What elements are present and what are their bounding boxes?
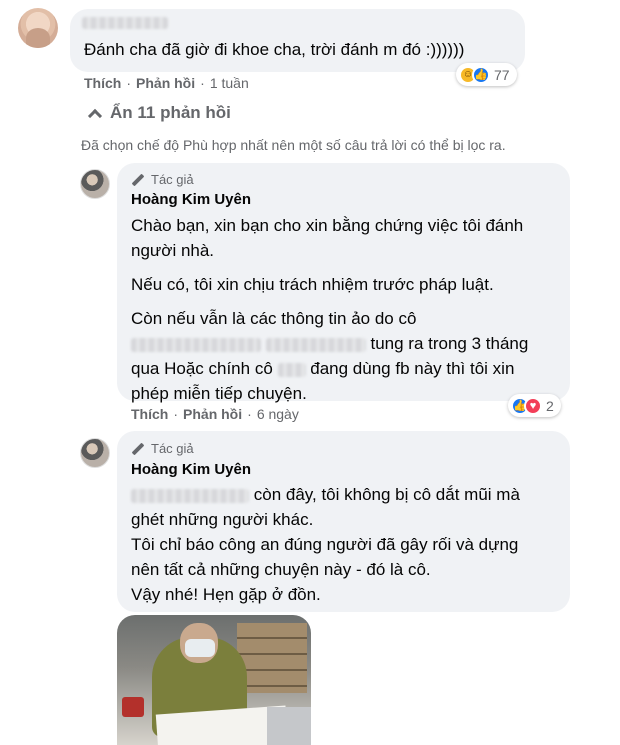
separator-dot: · bbox=[200, 75, 205, 91]
author-name[interactable]: Hoàng Kim Uyên bbox=[131, 191, 251, 208]
reaction-count: 77 bbox=[494, 66, 510, 83]
reply-line: còn đây, tôi không bị cô dắt mũi mà ghét… bbox=[131, 482, 551, 532]
hide-replies-label: Ẩn 11 phản hồi bbox=[110, 103, 231, 122]
reply-text-part: cô bbox=[254, 359, 273, 378]
photo-shelf bbox=[237, 623, 307, 693]
reaction-count: 2 bbox=[546, 397, 554, 414]
photo-mask bbox=[185, 639, 215, 657]
author-badge: Tác giả bbox=[131, 172, 194, 187]
comment-actions: Thích · Phản hồi · 1 tuần bbox=[84, 75, 249, 91]
like-button[interactable]: Thích bbox=[84, 75, 121, 91]
photo-laptop bbox=[267, 707, 311, 745]
like-button[interactable]: Thích bbox=[131, 406, 168, 422]
chevron-up-icon bbox=[87, 108, 103, 124]
blurred-name bbox=[265, 337, 366, 352]
blurred-name bbox=[131, 488, 249, 503]
separator-dot: · bbox=[173, 406, 179, 422]
author-badge-label: Tác giả bbox=[151, 172, 194, 187]
reply-reactions[interactable]: 👍 ♥ 2 bbox=[508, 394, 561, 417]
reply-paragraph: Nếu có, tôi xin chịu trách nhiệm trước p… bbox=[131, 275, 494, 294]
reply-line: Tôi chỉ báo công an đúng người đã gây rố… bbox=[131, 535, 519, 579]
comment-text: Đánh cha đã giờ đi khoe cha, trời đánh m… bbox=[84, 40, 465, 59]
reply-actions: Thích · Phản hồi · 6 ngày bbox=[131, 406, 299, 422]
reply-time[interactable]: 6 ngày bbox=[257, 406, 299, 422]
author-name[interactable]: Hoàng Kim Uyên bbox=[131, 461, 251, 478]
comment-reactions[interactable]: ☺ 👍 77 bbox=[456, 63, 517, 86]
author-badge: Tác giả bbox=[131, 441, 194, 456]
reply-text: còn đây, tôi không bị cô dắt mũi mà ghét… bbox=[131, 482, 551, 607]
pen-icon bbox=[131, 173, 145, 186]
comment-time[interactable]: 1 tuần bbox=[210, 75, 249, 91]
blurred-name bbox=[131, 337, 261, 352]
reply-text-part: Còn nếu vẫn là các thông tin ảo do cô bbox=[131, 309, 417, 328]
blurred-name bbox=[277, 362, 306, 377]
author-badge-label: Tác giả bbox=[151, 441, 194, 456]
reply-paragraph: Còn nếu vẫn là các thông tin ảo do cô tu… bbox=[131, 306, 551, 406]
separator-dot: · bbox=[126, 75, 132, 91]
commenter-avatar[interactable] bbox=[18, 8, 58, 48]
reply-paragraph: Chào bạn, xin bạn cho xin bằng chứng việ… bbox=[131, 216, 524, 260]
love-icon: ♥ bbox=[524, 396, 542, 415]
attached-photo[interactable] bbox=[117, 615, 311, 745]
reply-text: Chào bạn, xin bạn cho xin bằng chứng việ… bbox=[131, 213, 551, 415]
pen-icon bbox=[131, 442, 145, 455]
separator-dot: · bbox=[247, 406, 252, 422]
like-icon: 👍 bbox=[472, 65, 490, 84]
hide-replies-toggle[interactable]: Ẩn 11 phản hồi bbox=[86, 103, 231, 124]
author-avatar[interactable] bbox=[80, 438, 110, 468]
filter-note: Đã chọn chế độ Phù hợp nhất nên một số c… bbox=[81, 137, 506, 153]
reply-line: Vậy nhé! Hẹn gặp ở đồn. bbox=[131, 585, 321, 604]
photo-stamp bbox=[122, 697, 144, 717]
author-avatar[interactable] bbox=[80, 169, 110, 199]
blurred-commenter-name bbox=[82, 17, 168, 29]
reply-button[interactable]: Phản hồi bbox=[183, 406, 242, 422]
reply-button[interactable]: Phản hồi bbox=[136, 75, 195, 91]
